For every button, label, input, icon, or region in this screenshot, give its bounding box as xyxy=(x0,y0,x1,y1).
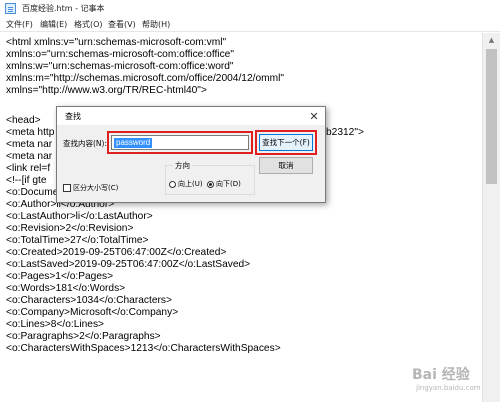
editor-line: <meta nar xyxy=(6,139,53,150)
editor-line: <o:Characters>1034</o:Characters> xyxy=(6,295,172,306)
direction-down-radio[interactable]: 向下(D) xyxy=(207,179,241,189)
title-bar: 百度经验.htm - 记事本 xyxy=(0,0,500,17)
find-what-label: 查找内容(N): xyxy=(63,139,107,148)
dialog-title-bar[interactable]: 查找 ✕ xyxy=(57,107,325,125)
find-dialog: 查找 ✕ 查找内容(N): password 查找下一个(F) 取消 方向 向上… xyxy=(56,106,326,203)
editor-line-partial: b2312"> xyxy=(326,127,364,138)
radio-up-icon xyxy=(169,180,176,188)
editor-line: <!--[if gte xyxy=(6,175,47,186)
editor-line: <o:LastAuthor>li</o:LastAuthor> xyxy=(6,211,153,222)
editor-line: <o:Lines>8</o:Lines> xyxy=(6,319,104,330)
editor-line: xmlns:o="urn:schemas-microsoft-com:offic… xyxy=(6,49,234,60)
menu-bar: 文件(F) 编辑(E) 格式(O) 查看(V) 帮助(H) xyxy=(0,17,500,32)
editor-line: <o:Company>Microsoft</o:Company> xyxy=(6,307,179,318)
checkbox-icon xyxy=(63,184,71,192)
editor-line: <html xmlns:v="urn:schemas-microsoft-com… xyxy=(6,37,227,48)
match-case-checkbox[interactable]: 区分大小写(C) xyxy=(63,183,118,193)
highlight-box-button xyxy=(255,130,317,155)
window-title: 百度经验.htm - 记事本 xyxy=(22,4,105,13)
dialog-title: 查找 xyxy=(65,112,81,121)
direction-down-label: 向下(D) xyxy=(216,180,241,188)
scroll-up-arrow-icon[interactable]: ▲ xyxy=(483,33,500,47)
radio-down-selected-icon xyxy=(207,180,214,188)
text-editor[interactable]: <html xmlns:v="urn:schemas-microsoft-com… xyxy=(0,33,482,402)
menu-help[interactable]: 帮助(H) xyxy=(142,19,170,30)
editor-line: <meta http xyxy=(6,127,55,138)
direction-label: 方向 xyxy=(173,160,192,171)
notepad-icon xyxy=(5,3,16,14)
direction-up-label: 向上(U) xyxy=(178,180,203,188)
editor-line: xmlns="http://www.w3.org/TR/REC-html40"> xyxy=(6,85,207,96)
editor-line: <o:Pages>1</o:Pages> xyxy=(6,271,114,282)
editor-line: <o:LastSaved>2019-09-25T06:47:00Z</o:Las… xyxy=(6,259,251,270)
editor-line: <o:CharactersWithSpaces>1213</o:Characte… xyxy=(6,343,281,354)
match-case-label: 区分大小写(C) xyxy=(73,184,119,192)
vertical-scrollbar[interactable]: ▲ xyxy=(482,33,500,402)
editor-line: <o:TotalTime>27</o:TotalTime> xyxy=(6,235,149,246)
close-icon[interactable]: ✕ xyxy=(305,108,323,124)
editor-line: xmlns:w="urn:schemas-microsoft-com:offic… xyxy=(6,61,234,72)
editor-line: <o:Words>181</o:Words> xyxy=(6,283,126,294)
editor-line: <o:Created>2019-09-25T06:47:00Z</o:Creat… xyxy=(6,247,227,258)
editor-line: xmlns:m="http://schemas.microsoft.com/of… xyxy=(6,73,284,84)
scroll-thumb[interactable] xyxy=(486,49,497,184)
editor-line: <head> xyxy=(6,115,41,126)
editor-line: <o:Paragraphs>2</o:Paragraphs> xyxy=(6,331,161,342)
menu-file[interactable]: 文件(F) xyxy=(6,19,33,30)
editor-line: <link rel=f xyxy=(6,163,51,174)
menu-view[interactable]: 查看(V) xyxy=(108,19,136,30)
watermark-logo: Bai 经验 xyxy=(412,367,470,383)
highlight-box-input xyxy=(107,131,253,154)
editor-line: <o:Revision>2</o:Revision> xyxy=(6,223,134,234)
menu-format[interactable]: 格式(O) xyxy=(74,19,103,30)
editor-line: <meta nar xyxy=(6,151,53,162)
cancel-button[interactable]: 取消 xyxy=(259,157,313,174)
watermark-url: jingyan.baidu.com xyxy=(416,384,481,392)
menu-edit[interactable]: 编辑(E) xyxy=(40,19,67,30)
direction-up-radio[interactable]: 向上(U) xyxy=(169,179,203,189)
